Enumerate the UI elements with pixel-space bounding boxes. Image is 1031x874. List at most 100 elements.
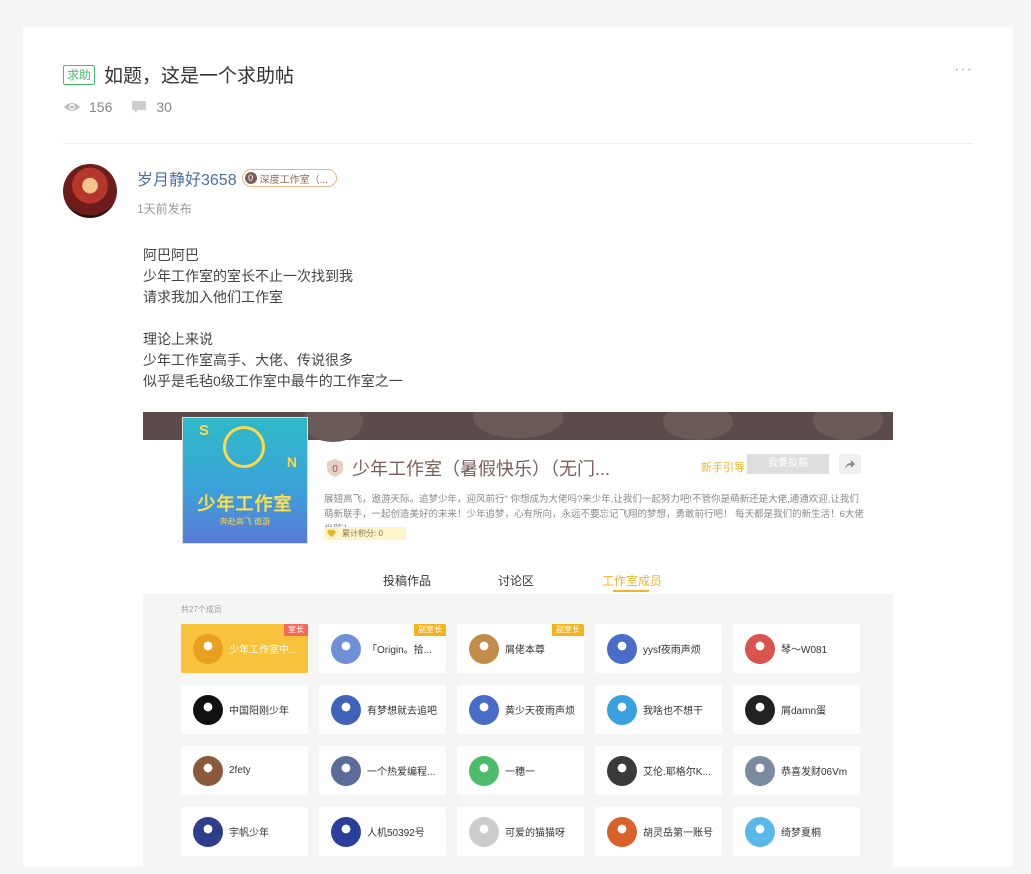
- member-avatar: [745, 694, 775, 725]
- logo-text: 少年工作室: [197, 494, 293, 514]
- member-card[interactable]: yysf夜雨声烦: [595, 624, 722, 673]
- post-time: 1天前发布: [137, 202, 192, 216]
- member-card[interactable]: 有梦想就去追吧: [319, 685, 446, 734]
- member-card[interactable]: 宇帆少年: [181, 807, 308, 856]
- member-name: 可爱的猫猫呀: [505, 828, 565, 839]
- member-avatar: [607, 694, 637, 725]
- diamond-icon: [327, 529, 336, 538]
- author-studio-badge[interactable]: 0 深度工作室（...: [241, 169, 337, 187]
- studio-logo: S N 少年工作室 奔赴高飞 遨游: [182, 417, 308, 544]
- author-avatar[interactable]: [63, 164, 117, 218]
- member-name: 2fety: [229, 765, 251, 776]
- post-title-row: 求助 如题，这是一个求助帖: [63, 61, 294, 88]
- content-line: 阿巴阿巴: [143, 247, 199, 263]
- member-avatar: [469, 755, 499, 786]
- content-line: 似乎是毛毡0级工作室中最牛的工作室之一: [143, 373, 403, 389]
- divider: [63, 143, 973, 144]
- member-role-tag: 副室长: [414, 624, 446, 636]
- submit-work-button[interactable]: 我要投稿: [747, 454, 829, 474]
- studio-screenshot: S N 少年工作室 奔赴高飞 遨游 0 少年工作室（暑假快乐）（无门... 新手…: [143, 412, 893, 874]
- share-icon: [845, 460, 855, 469]
- member-name: 屑佬本尊: [505, 645, 545, 656]
- member-name: 「Origin。拾...: [367, 645, 433, 656]
- tab-members[interactable]: 工作室成员: [602, 572, 662, 589]
- member-card[interactable]: 我啥也不想干: [595, 685, 722, 734]
- member-avatar: [469, 694, 499, 725]
- content-line: 请求我加入他们工作室: [143, 289, 283, 305]
- member-name: 我啥也不想干: [643, 706, 703, 717]
- post-title: 如题，这是一个求助帖: [104, 66, 295, 87]
- member-name: 胡灵岳第一账号: [643, 828, 713, 839]
- eye-icon: [64, 103, 80, 111]
- tab-works[interactable]: 投稿作品: [383, 572, 431, 589]
- member-role-tag: 室长: [284, 624, 308, 636]
- lemon-icon: [223, 426, 265, 468]
- post-content: 阿巴阿巴 少年工作室的室长不止一次找到我 请求我加入他们工作室 理论上来说 少年…: [143, 245, 403, 392]
- member-name: 宇帆少年: [229, 828, 269, 839]
- shield-level-icon: 0: [327, 459, 343, 477]
- studio-tabs: 投稿作品 讨论区 工作室成员: [143, 570, 893, 594]
- member-avatar: [469, 816, 499, 847]
- member-card[interactable]: 屑damn蛋: [733, 685, 860, 734]
- member-avatar: [331, 633, 361, 664]
- member-card[interactable]: 2fety: [181, 746, 308, 795]
- member-card[interactable]: 艾伦.耶格尔K...: [595, 746, 722, 795]
- post-stats: 156 30: [63, 99, 190, 115]
- member-role-tag: 副室长: [552, 624, 584, 636]
- member-card[interactable]: 屑佬本尊 副室长: [457, 624, 584, 673]
- member-name: 中国阳刚少年: [229, 706, 289, 717]
- member-avatar: [193, 633, 223, 664]
- member-avatar: [331, 816, 361, 847]
- member-count: 共27个成员: [181, 605, 222, 614]
- member-avatar: [607, 755, 637, 786]
- points-text: 累计积分: 0: [342, 529, 383, 538]
- help-tag: 求助: [63, 64, 96, 85]
- active-tab-underline: [613, 590, 649, 592]
- member-card[interactable]: 绮梦夏桐: [733, 807, 860, 856]
- member-card[interactable]: 黄少天夜雨声烦: [457, 685, 584, 734]
- logo-letter-s: S: [199, 422, 210, 439]
- member-name: 一穗一: [505, 767, 535, 778]
- logo-letter-n: N: [286, 454, 297, 470]
- more-options-button[interactable]: ···: [954, 61, 973, 79]
- author-info: 岁月静好3658 0 深度工作室（...: [137, 166, 337, 190]
- new-user-guide-link[interactable]: 新手引导: [701, 459, 745, 475]
- member-card[interactable]: 胡灵岳第一账号: [595, 807, 722, 856]
- svg-text:0: 0: [332, 464, 338, 475]
- author-name[interactable]: 岁月静好3658: [137, 166, 237, 190]
- member-name: 黄少天夜雨声烦: [505, 706, 575, 717]
- member-card[interactable]: 一个热爱编程...: [319, 746, 446, 795]
- content-line: 少年工作室的室长不止一次找到我: [143, 268, 353, 284]
- member-card[interactable]: 中国阳刚少年: [181, 685, 308, 734]
- member-avatar: [607, 816, 637, 847]
- member-card[interactable]: 可爱的猫猫呀: [457, 807, 584, 856]
- member-name: 屑damn蛋: [781, 706, 827, 717]
- member-avatar: [745, 816, 775, 847]
- content-line: 理论上来说: [143, 331, 213, 347]
- member-card[interactable]: 恭喜发财06Vm: [733, 746, 860, 795]
- member-avatar: [193, 694, 223, 725]
- member-avatar: [745, 755, 775, 786]
- studio-title: 0 少年工作室（暑假快乐）（无门...: [326, 455, 610, 481]
- member-card[interactable]: 人机50392号: [319, 807, 446, 856]
- member-name: 有梦想就去追吧: [367, 706, 437, 717]
- studio-level-icon: 0: [244, 172, 257, 184]
- logo-subtext: 奔赴高飞 遨游: [219, 517, 271, 526]
- member-card[interactable]: 少年工作室中... 室长: [181, 624, 308, 673]
- member-avatar: [193, 816, 223, 847]
- member-card[interactable]: 琴～W081: [733, 624, 860, 673]
- points-badge: 累计积分: 0: [324, 527, 406, 540]
- member-name: 少年工作室中...: [229, 645, 298, 656]
- member-avatar: [469, 633, 499, 664]
- member-name: 绮梦夏桐: [781, 828, 821, 839]
- post-card: 求助 如题，这是一个求助帖 ··· 156 30 岁月静好3658 0 深度工作…: [23, 27, 1013, 874]
- member-name: 一个热爱编程...: [367, 767, 436, 778]
- share-button[interactable]: [839, 454, 861, 474]
- member-name: 琴～W081: [781, 645, 828, 656]
- member-avatar: [331, 755, 361, 786]
- tab-discussion[interactable]: 讨论区: [498, 572, 534, 589]
- member-card[interactable]: 「Origin。拾... 副室长: [319, 624, 446, 673]
- member-card[interactable]: 一穗一: [457, 746, 584, 795]
- member-avatar: [331, 694, 361, 725]
- member-avatar: [607, 633, 637, 664]
